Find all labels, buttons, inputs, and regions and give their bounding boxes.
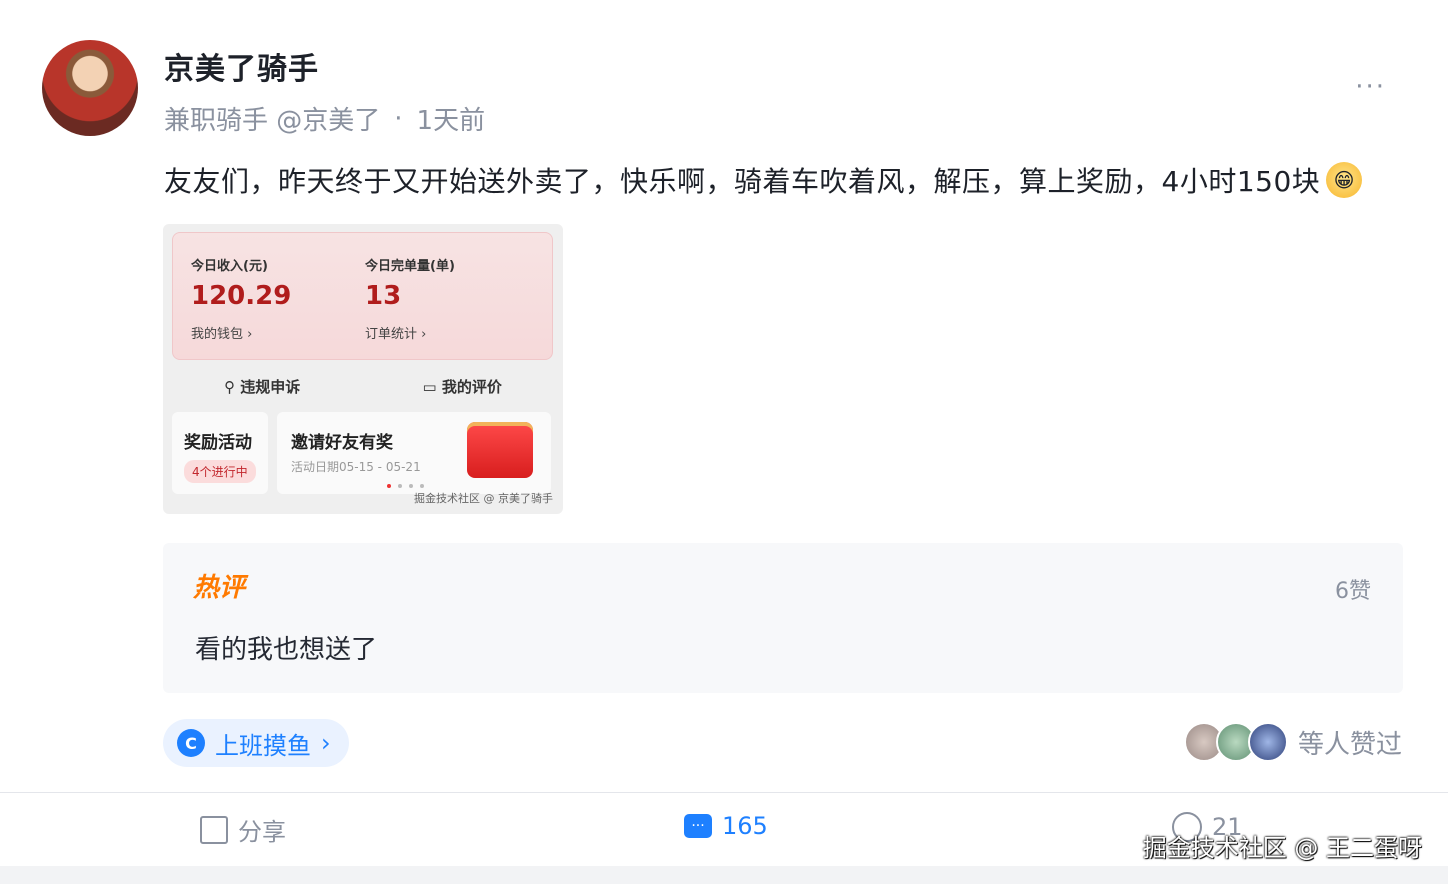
topic-tag[interactable]: C 上班摸鱼 › (163, 719, 349, 767)
comment-icon: ··· (684, 814, 712, 838)
wallet-link: 我的钱包 › (191, 327, 253, 342)
comment-count: 165 (722, 812, 768, 840)
appeal-item: ⚲ 违规申诉 (224, 377, 301, 396)
income-value: 120.29 (191, 281, 292, 311)
rewards-box: 奖励活动 4个进行中 (172, 412, 268, 494)
author-role: 兼职骑手 @京美了 (164, 106, 381, 136)
share-icon (200, 815, 228, 844)
carousel-dots (387, 484, 424, 488)
grin-emoji-icon: 😁 (1326, 162, 1363, 198)
more-icon[interactable]: ··· (1355, 72, 1386, 102)
divider (0, 792, 1448, 793)
rating-label: 我的评价 (441, 377, 502, 396)
page-watermark: 掘金技术社区 @ 王二蛋呀 (1142, 834, 1422, 862)
author-name[interactable]: 京美了骑手 (164, 44, 319, 88)
appeal-label: 违规申诉 (240, 377, 301, 396)
invite-date: 活动日期05-15 - 05-21 (291, 460, 421, 474)
bottom-separator (0, 866, 1448, 884)
rating-item: ▭ 我的评价 (422, 377, 502, 396)
likers-text: 等人赞过 (1297, 729, 1402, 760)
post-text: 友友们，昨天终于又开始送外卖了，快乐啊，骑着车吹着风，解压，算上奖励，4小时15… (164, 165, 1321, 198)
hot-comment-likes: 6赞 (1335, 579, 1371, 604)
topic-icon: C (177, 729, 205, 757)
topic-label: 上班摸鱼 (215, 731, 311, 760)
order-stats-link: 订单统计 › (365, 327, 427, 342)
chevron-right-icon: › (321, 729, 331, 757)
share-label: 分享 (238, 818, 286, 846)
hot-comment-text: 看的我也想送了 (195, 635, 378, 665)
orders-label: 今日完单量(单) (365, 259, 455, 274)
post-content: 友友们，昨天终于又开始送外卖了，快乐啊，骑着车吹着风，解压，算上奖励，4小时15… (164, 160, 1363, 200)
red-packet-icon (467, 422, 533, 478)
hot-comment-badge: 热评 (193, 573, 246, 603)
post-image[interactable]: 今日收入(元) 120.29 我的钱包 › 今日完单量(单) 13 订单统计 ›… (163, 224, 563, 514)
share-button[interactable]: 分享 (200, 812, 286, 847)
income-label: 今日收入(元) (191, 259, 268, 274)
meta-separator: · (394, 103, 403, 134)
comment-button[interactable]: ··· 165 (684, 812, 768, 840)
post-meta: 兼职骑手 @京美了 · 1天前 (164, 100, 485, 137)
post-card: 京美了骑手 兼职骑手 @京美了 · 1天前 ··· 友友们，昨天终于又开始送外卖… (0, 0, 1448, 884)
rewards-label: 奖励活动 (184, 433, 252, 453)
quick-actions: ⚲ 违规申诉 ▭ 我的评价 (163, 364, 563, 408)
hot-comment[interactable]: 热评 6赞 看的我也想送了 (163, 543, 1403, 693)
orders-value: 13 (365, 281, 402, 311)
earnings-panel: 今日收入(元) 120.29 我的钱包 › 今日完单量(单) 13 订单统计 › (172, 232, 553, 360)
image-watermark: 掘金技术社区 @ 京美了骑手 (414, 492, 553, 505)
rewards-badge: 4个进行中 (184, 460, 256, 483)
author-avatar[interactable] (42, 40, 138, 136)
post-time: 1天前 (416, 106, 486, 136)
invite-label: 邀请好友有奖 (291, 433, 393, 453)
likers[interactable]: 等人赞过 (1183, 722, 1402, 762)
liker-avatar (1247, 722, 1288, 762)
